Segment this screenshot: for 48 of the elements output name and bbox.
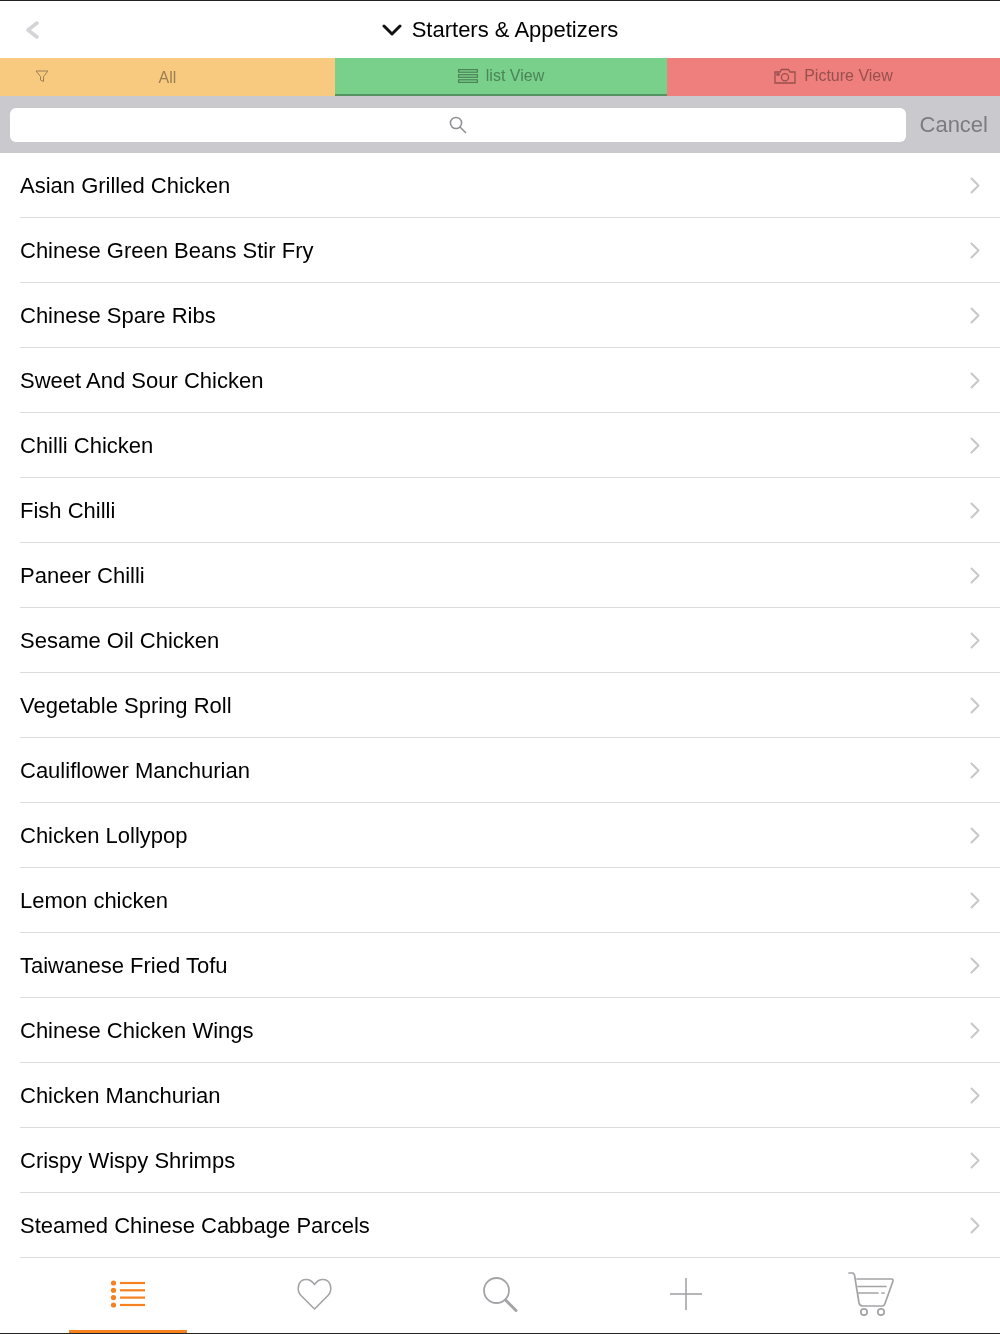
search-icon — [482, 1276, 518, 1312]
recipe-list-item[interactable]: Crispy Wispy Shrimps — [20, 1128, 1000, 1193]
recipe-list-item[interactable]: Chicken Lollypop — [20, 803, 1000, 868]
chevron-right-icon — [970, 696, 980, 714]
chevron-right-icon — [970, 1021, 980, 1039]
chevron-right-icon — [970, 566, 980, 584]
chevron-right-icon — [970, 1086, 980, 1104]
funnel-icon — [35, 69, 49, 83]
chevron-right-icon — [970, 826, 980, 844]
recipe-list-item[interactable]: Steamed Chinese Cabbage Parcels — [20, 1193, 1000, 1258]
chevron-right-icon — [970, 1151, 980, 1169]
recipe-list-item[interactable]: Taiwanese Fried Tofu — [20, 933, 1000, 998]
recipe-list-item[interactable]: Fish Chilli — [20, 478, 1000, 543]
chevron-down-icon — [381, 23, 402, 36]
chevron-right-icon — [970, 176, 980, 194]
chevron-right-icon — [970, 241, 980, 259]
recipe-list-item[interactable]: Asian Grilled Chicken — [20, 153, 1000, 218]
recipe-list-item[interactable]: Chinese Spare Ribs — [20, 283, 1000, 348]
chevron-right-icon — [970, 956, 980, 974]
chevron-right-icon — [970, 436, 980, 454]
recipe-list-item[interactable]: Vegetable Spring Roll — [20, 673, 1000, 738]
category-dropdown[interactable]: Starters & Appetizers — [377, 13, 623, 46]
back-button[interactable] — [25, 20, 39, 39]
chevron-right-icon — [970, 761, 980, 779]
chevron-right-icon — [970, 501, 980, 519]
chevron-right-icon — [970, 371, 980, 389]
recipe-list-item[interactable]: Sesame Oil Chicken — [20, 608, 1000, 673]
recipe-list-item[interactable]: Paneer Chilli — [20, 543, 1000, 608]
recipe-list-item[interactable]: Chinese Green Beans Stir Fry — [20, 218, 1000, 283]
plus-icon — [670, 1278, 702, 1310]
recipe-list-item[interactable]: Lemon chicken — [20, 868, 1000, 933]
shopping-cart-icon — [848, 1272, 896, 1316]
recipe-list-item[interactable]: Sweet And Sour Chicken — [20, 348, 1000, 413]
chevron-right-icon — [970, 1216, 980, 1234]
back-chevron-icon — [25, 20, 39, 39]
chevron-right-icon — [970, 306, 980, 324]
search-icon — [448, 115, 467, 134]
camera-icon — [774, 68, 797, 84]
list-icon — [110, 1280, 146, 1308]
recipe-list-item[interactable]: Chinese Chicken Wings — [20, 998, 1000, 1063]
chevron-right-icon — [970, 891, 980, 909]
search-field[interactable] — [10, 107, 906, 142]
recipe-list-item[interactable]: Chilli Chicken — [20, 413, 1000, 478]
recipe-list-item[interactable]: Cauliflower Manchurian — [20, 738, 1000, 803]
heart-icon — [295, 1277, 333, 1311]
list-lines-icon — [457, 69, 478, 83]
recipe-list-item[interactable]: Chicken Manchurian — [20, 1063, 1000, 1128]
chevron-right-icon — [970, 631, 980, 649]
